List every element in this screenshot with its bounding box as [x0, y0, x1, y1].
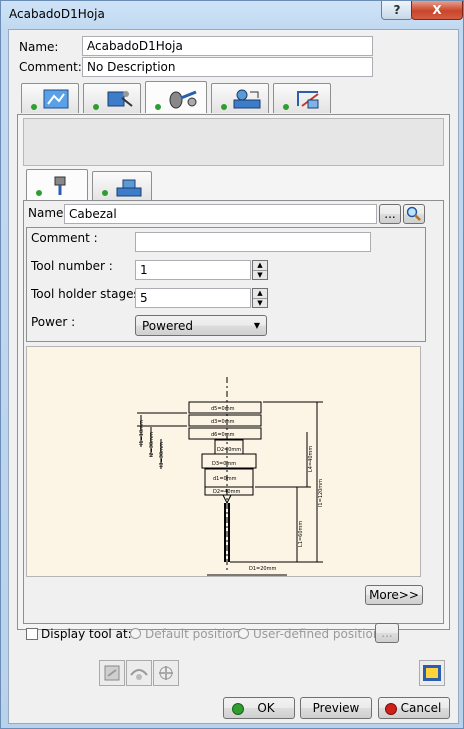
tool-analysis-button[interactable] — [419, 660, 445, 686]
label-d3b: D3=0mm — [212, 461, 236, 467]
tab-macros[interactable] — [273, 83, 331, 113]
tool-action-button-2[interactable] — [126, 660, 152, 686]
window-title: AcabadoD1Hoja — [9, 7, 105, 21]
tool-comment-field[interactable] — [135, 232, 371, 252]
user-defined-position-label: User-defined position — [253, 627, 381, 641]
tool-tab-panel: Name: Cabezal ... Comment : Tool number … — [17, 114, 450, 630]
tool-drawing: d5=0mm d3=0mm d6=0mm D2=0mm D3=0mm d1=0m… — [26, 346, 421, 577]
tool-query-icon — [130, 669, 148, 680]
tool-holder-stages-label: Tool holder stages : — [31, 287, 148, 301]
more-button[interactable]: More>> — [365, 585, 423, 605]
label-l5: l1=120mm — [318, 479, 324, 507]
power-label: Power : — [31, 315, 76, 329]
label-d1: d1=0mm — [213, 476, 237, 482]
subtab-tool-geometry[interactable] — [26, 169, 88, 201]
main-tab-strip — [21, 81, 351, 115]
operation-comment-field[interactable]: No Description — [82, 57, 373, 77]
tool-replay-icon — [159, 666, 173, 680]
tool-action-button-3[interactable] — [153, 660, 179, 686]
label-l3: l3=30mm — [159, 442, 165, 467]
user-position-button[interactable]: ... — [375, 623, 399, 643]
label-l4: L4=40mm — [308, 446, 314, 472]
feeds-speeds-icon — [233, 89, 261, 109]
comment-label: Comment: — [19, 60, 82, 74]
tool-number-label: Tool number : — [31, 259, 113, 273]
ok-label: OK — [257, 701, 275, 715]
label-l2: l2=30mm — [149, 432, 155, 457]
subtab-tool-assembly[interactable] — [92, 171, 152, 201]
label-lg: L1=60mm — [298, 521, 304, 547]
default-position-radio[interactable] — [130, 628, 141, 639]
title-bar[interactable]: AcabadoD1Hoja ? X — [1, 1, 463, 31]
cancel-icon — [385, 703, 397, 715]
power-dropdown[interactable]: Powered ▼ — [135, 315, 267, 336]
tool-comment-label: Comment : — [31, 231, 98, 245]
tool-name-field[interactable]: Cabezal — [64, 204, 377, 224]
label-d1tip: D1=20mm — [249, 566, 276, 572]
tool-name-label: Name: — [28, 206, 68, 220]
tool-holder-stages-spinner[interactable]: ▲ ▼ — [252, 288, 268, 308]
default-position-label: Default position — [145, 627, 241, 641]
label-d2b: D2=40mm — [213, 489, 240, 495]
close-button[interactable]: X — [411, 1, 463, 20]
dialog-window: AcabadoD1Hoja ? X Name: AcabadoD1Hoja Co… — [0, 0, 464, 729]
dialog-body: Name: AcabadoD1Hoja Comment: No Descript… — [8, 29, 459, 724]
tool-definition-panel: Name: Cabezal ... Comment : Tool number … — [23, 200, 444, 624]
tool-action-button-1[interactable] — [99, 660, 125, 686]
tool-preview-area — [23, 118, 444, 166]
label-d2: D2=0mm — [217, 447, 241, 453]
tool-number-spinner[interactable]: ▲ ▼ — [252, 260, 268, 280]
ok-icon — [232, 703, 244, 715]
name-label: Name: — [19, 40, 59, 54]
label-l1: l1=10mm — [139, 420, 145, 445]
cancel-label: Cancel — [400, 701, 442, 715]
label-d3: d3=0mm — [211, 419, 235, 425]
label-d5: d5=0mm — [211, 406, 235, 412]
tool-parameters-group: Comment : Tool number : 1 ▲ ▼ Tool holder… — [26, 227, 426, 342]
tool-geometry-icon — [54, 176, 66, 195]
tab-geometry[interactable] — [21, 83, 79, 113]
geometry-icon — [43, 89, 69, 109]
analysis-icon — [423, 665, 441, 681]
ok-button[interactable]: OK — [223, 697, 295, 719]
tool-icon — [169, 90, 197, 109]
strategy-icon — [107, 91, 133, 107]
operation-name-field[interactable]: AcabadoD1Hoja — [82, 36, 373, 56]
tool-holder-diagram: d5=0mm d3=0mm d6=0mm D2=0mm D3=0mm d1=0m… — [137, 377, 324, 576]
chevron-down-icon: ▼ — [253, 321, 260, 330]
tab-tool[interactable] — [145, 81, 207, 113]
display-tool-checkbox[interactable] — [26, 628, 38, 640]
cancel-button[interactable]: Cancel — [378, 697, 450, 719]
tool-catalog-icon — [104, 665, 120, 681]
help-button[interactable]: ? — [381, 1, 413, 20]
tab-feeds-speeds[interactable] — [211, 83, 269, 113]
macros-icon — [297, 91, 319, 109]
display-tool-label: Display tool at: — [41, 627, 132, 641]
tool-assembly-icon — [116, 179, 142, 197]
tool-search-button[interactable] — [403, 204, 425, 224]
tool-number-field[interactable]: 1 — [135, 260, 251, 280]
power-dropdown-value: Powered — [142, 318, 194, 333]
label-d6: d6=0mm — [211, 432, 235, 438]
tool-browse-button[interactable]: ... — [379, 204, 401, 224]
tab-strategy[interactable] — [83, 83, 141, 113]
tool-holder-stages-field[interactable]: 5 — [135, 288, 251, 308]
preview-button[interactable]: Preview — [300, 697, 372, 719]
user-defined-position-radio[interactable] — [238, 628, 249, 639]
search-icon — [406, 206, 421, 221]
